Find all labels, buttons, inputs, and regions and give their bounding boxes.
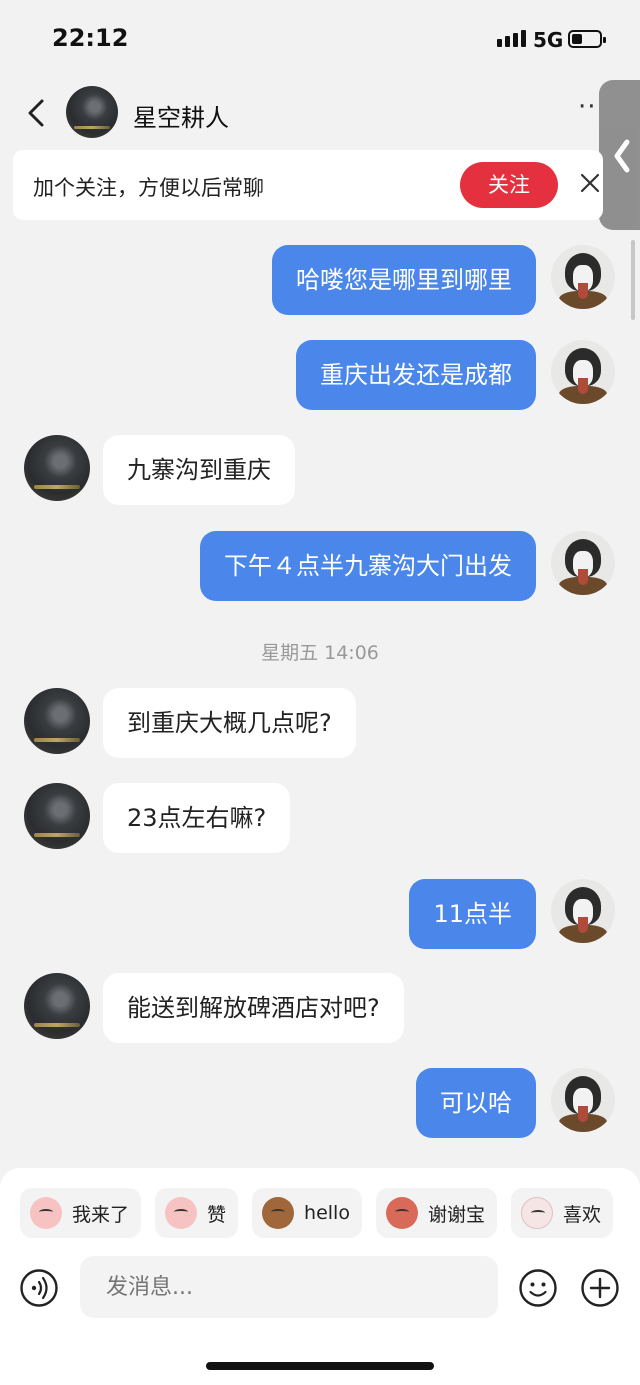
white-face-emoji-icon: [520, 1197, 553, 1229]
monkey-emoji-icon: [385, 1197, 418, 1229]
message-bubble-outgoing[interactable]: 11点半: [409, 879, 536, 949]
quick-reply-chip[interactable]: hello: [252, 1188, 362, 1238]
message-bubble-incoming[interactable]: 到重庆大概几点呢?: [103, 688, 356, 758]
contact-avatar[interactable]: [24, 688, 90, 754]
voice-input-icon[interactable]: [19, 1268, 59, 1308]
my-avatar[interactable]: [551, 1068, 615, 1132]
more-options-icon[interactable]: ··: [578, 92, 597, 122]
quick-reply-chip[interactable]: 赞: [155, 1188, 239, 1238]
my-avatar[interactable]: [551, 531, 615, 595]
quick-reply-chip[interactable]: 谢谢宝: [375, 1188, 497, 1238]
quick-reply-chip[interactable]: 我来了: [20, 1188, 142, 1238]
message-bubble-outgoing[interactable]: 可以哈: [416, 1068, 536, 1138]
message-bubble-outgoing[interactable]: 重庆出发还是成都: [296, 340, 536, 410]
quick-reply-chip[interactable]: 喜欢: [510, 1188, 613, 1238]
network-label: 5G: [533, 28, 564, 52]
emoji-icon[interactable]: [518, 1268, 558, 1308]
pink-face-emoji-icon: [30, 1197, 62, 1229]
signal-icon: [497, 30, 526, 47]
follow-banner: 加个关注，方便以后常聊 关注: [13, 150, 603, 220]
plus-icon[interactable]: [580, 1268, 620, 1308]
contact-avatar[interactable]: [24, 783, 90, 849]
quick-reply-label: 喜欢: [562, 1203, 601, 1226]
message-bubble-outgoing[interactable]: 下午４点半九寨沟大门出发: [200, 531, 536, 601]
contact-avatar[interactable]: [66, 86, 118, 138]
contact-name[interactable]: 星空耕人: [133, 98, 229, 133]
back-arrow-icon[interactable]: [22, 98, 52, 128]
my-avatar[interactable]: [551, 879, 615, 943]
scrollbar[interactable]: [631, 240, 635, 320]
message-bubble-outgoing[interactable]: 哈喽您是哪里到哪里: [272, 245, 536, 315]
home-indicator: [206, 1362, 434, 1370]
chevron-left-icon: [614, 139, 630, 173]
quick-reply-label: 谢谢宝: [427, 1203, 485, 1226]
chat-header: 星空耕人 ··: [0, 84, 640, 144]
status-time: 22:12: [52, 24, 129, 52]
my-avatar[interactable]: [551, 245, 615, 309]
my-avatar[interactable]: [551, 340, 615, 404]
battery-icon: [568, 30, 606, 48]
monkey-emoji-icon: [262, 1197, 295, 1229]
follow-prompt-text: 加个关注，方便以后常聊: [33, 176, 264, 200]
contact-avatar[interactable]: [24, 435, 90, 501]
message-timestamp: 星期五 14:06: [261, 642, 379, 664]
status-bar: 22:12 5G: [0, 0, 640, 80]
quick-reply-label: 赞: [207, 1203, 227, 1226]
composer-panel: 我来了 赞 hello 谢谢宝 喜欢: [0, 1168, 640, 1385]
quick-reply-label: hello: [304, 1202, 350, 1224]
follow-button[interactable]: 关注: [460, 162, 558, 208]
close-icon[interactable]: [579, 172, 601, 194]
message-bubble-incoming[interactable]: 九寨沟到重庆: [103, 435, 295, 505]
message-bubble-incoming[interactable]: 23点左右嘛?: [103, 783, 291, 853]
message-input[interactable]: [80, 1256, 498, 1318]
quick-reply-bar: 我来了 赞 hello 谢谢宝 喜欢: [20, 1188, 613, 1238]
pink-face-emoji-icon: [165, 1197, 198, 1229]
quick-reply-label: 我来了: [72, 1203, 130, 1226]
contact-avatar[interactable]: [24, 973, 90, 1039]
side-panel-handle[interactable]: [599, 80, 640, 230]
message-bubble-incoming[interactable]: 能送到解放碑酒店对吧?: [103, 973, 404, 1043]
